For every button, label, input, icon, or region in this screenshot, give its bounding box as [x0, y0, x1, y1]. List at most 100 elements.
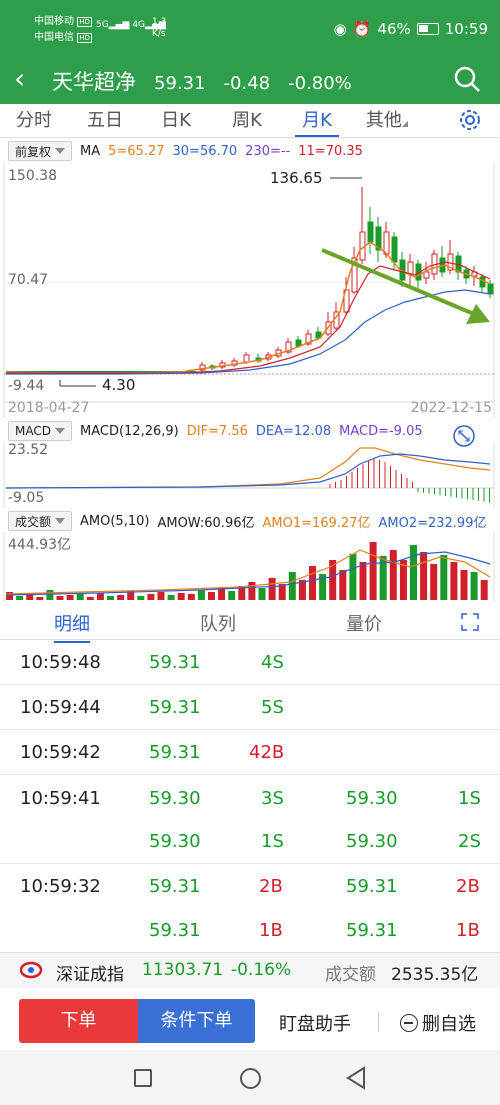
volume-bar [389, 550, 397, 600]
volume-bar [66, 595, 74, 600]
tab-five-day[interactable]: 五日 [77, 106, 133, 132]
battery-icon [416, 23, 439, 35]
volume-bar [248, 582, 256, 600]
back-icon[interactable]: ‹ [14, 62, 25, 95]
volume-bar [349, 554, 357, 600]
kline-y-top: 150.38 [8, 168, 57, 184]
volume-bar [208, 592, 215, 600]
action-bar: 下单 条件下单 盯盘助手 删自选 [0, 990, 500, 1050]
table-row: 10:59:48 59.31 4S [0, 641, 500, 685]
trade-volume: 1B [259, 920, 283, 941]
back-nav-icon[interactable] [346, 1066, 366, 1094]
volume-bar [157, 592, 165, 600]
candle-body [423, 271, 430, 279]
ma30-value: 30=56.70 [172, 143, 238, 159]
adjust-select[interactable]: 前复权 [8, 141, 73, 161]
volume-bar [76, 594, 84, 600]
trade-time: 10:59:42 [20, 742, 101, 763]
trade-price: 59.31 [149, 742, 201, 763]
trade-price-2: 59.30 [346, 788, 398, 809]
tab-monthly-k[interactable]: 月K [289, 106, 345, 137]
trade-price-2: 59.30 [346, 831, 398, 852]
trade-price: 59.31 [149, 697, 201, 718]
status-right: ◉ ⏰ 46% 10:59 [334, 20, 488, 38]
tab-detail[interactable]: 明细 [54, 610, 90, 643]
watch-assistant-button[interactable]: 盯盘助手 [279, 1010, 351, 1036]
candle-body [487, 283, 494, 295]
volume-bar [117, 595, 125, 600]
stock-pct: -0.80% [288, 73, 352, 94]
stock-header: ‹ 天华超净 59.31 -0.48 -0.80% [0, 58, 500, 104]
trade-time: 10:59:44 [20, 697, 101, 718]
volume-bar [86, 597, 94, 600]
tab-daily-k[interactable]: 日K [148, 106, 204, 132]
trade-volume: 3S [261, 788, 284, 809]
trade-volume-2: 2S [458, 831, 481, 852]
tab-weekly-k[interactable]: 周K [219, 106, 275, 132]
candle-body [367, 221, 374, 243]
system-nav-bar [0, 1050, 500, 1105]
volume-bar [6, 592, 13, 600]
dea-value: DEA=12.08 [255, 423, 332, 439]
amow-value: AMOW:60.96亿 [157, 515, 255, 531]
tab-intraday[interactable]: 分时 [6, 106, 62, 132]
volume-bar [470, 572, 478, 600]
trade-volume: 2B [259, 876, 283, 897]
amount-value: 2535.35亿 [391, 965, 479, 985]
amo1-value: AMO1=169.27亿 [262, 515, 371, 531]
volume-bar [46, 590, 54, 600]
volume-bar [339, 570, 347, 600]
volume-select[interactable]: 成交额 [8, 511, 73, 531]
trade-price: 59.31 [149, 876, 201, 897]
volume-bar [480, 580, 488, 600]
carrier-2: 中国电信 HD [34, 32, 92, 43]
volume-bar [288, 572, 296, 600]
trade-volume: 4S [261, 652, 284, 673]
volume-bar [420, 552, 428, 600]
volume-bar [309, 566, 316, 600]
tab-other[interactable]: 其他◢ [359, 106, 415, 132]
settings-gear-icon[interactable] [458, 108, 482, 136]
trade-volume: 1S [261, 831, 284, 852]
stock-price: 59.31 [154, 73, 206, 94]
high-label: 136.65 [270, 169, 323, 187]
trade-volume-2: 1B [456, 920, 480, 941]
carrier-1: 中国移动 HD [34, 16, 92, 27]
remove-watchlist-label: 删自选 [422, 1014, 476, 1035]
macd-y-bot: -9.05 [8, 490, 45, 506]
ma5-value: 5=65.27 [108, 143, 165, 159]
home-icon[interactable] [240, 1068, 261, 1089]
date-start: 2018-04-27 [8, 400, 90, 416]
tab-queue[interactable]: 队列 [200, 610, 236, 636]
volume-bar [96, 593, 104, 600]
tab-volume-price[interactable]: 量价 [346, 610, 382, 636]
period-tabs: 分时 五日 日K 周K 月K 其他◢ [0, 104, 500, 138]
volume-bar [369, 542, 377, 600]
macd-chart[interactable]: 23.52 -9.05 [0, 442, 500, 508]
volume-bar [147, 594, 155, 600]
candle-body [383, 231, 390, 255]
index-ticker[interactable]: 深证成指 11303.71 -0.16% 成交额 2535.35亿 [0, 952, 500, 988]
trade-time: 10:59:32 [20, 876, 101, 897]
ma11-value: 11=70.35 [298, 143, 363, 159]
order-button[interactable]: 下单 [19, 999, 138, 1043]
kline-chart[interactable]: 150.38 70.47 -9.44 136.65 4.30 2018-04-2… [0, 162, 500, 418]
recent-apps-icon[interactable] [134, 1069, 152, 1087]
macd-select[interactable]: MACD [8, 421, 72, 441]
ma230-value: 230=-- [245, 143, 291, 159]
volume-chart[interactable]: 444.93亿 [0, 532, 500, 602]
volume-bar [228, 591, 236, 600]
fullscreen-icon[interactable] [460, 612, 480, 636]
table-row: 10:59:44 59.31 5S [0, 686, 500, 730]
divider [378, 1012, 379, 1032]
volume-bar [167, 595, 175, 600]
macd-legend: MACD MACD(12,26,9) DIF=7.56 DEA=12.08 MA… [8, 421, 498, 441]
remove-watchlist-button[interactable]: 删自选 [400, 1010, 476, 1036]
volume-bar [450, 562, 458, 600]
conditional-order-button[interactable]: 条件下单 [138, 999, 255, 1043]
volume-bar [410, 545, 417, 600]
volume-bar [16, 596, 24, 600]
search-icon[interactable] [452, 64, 482, 98]
trade-volume: 42B [249, 742, 285, 763]
volume-bar [218, 588, 226, 600]
